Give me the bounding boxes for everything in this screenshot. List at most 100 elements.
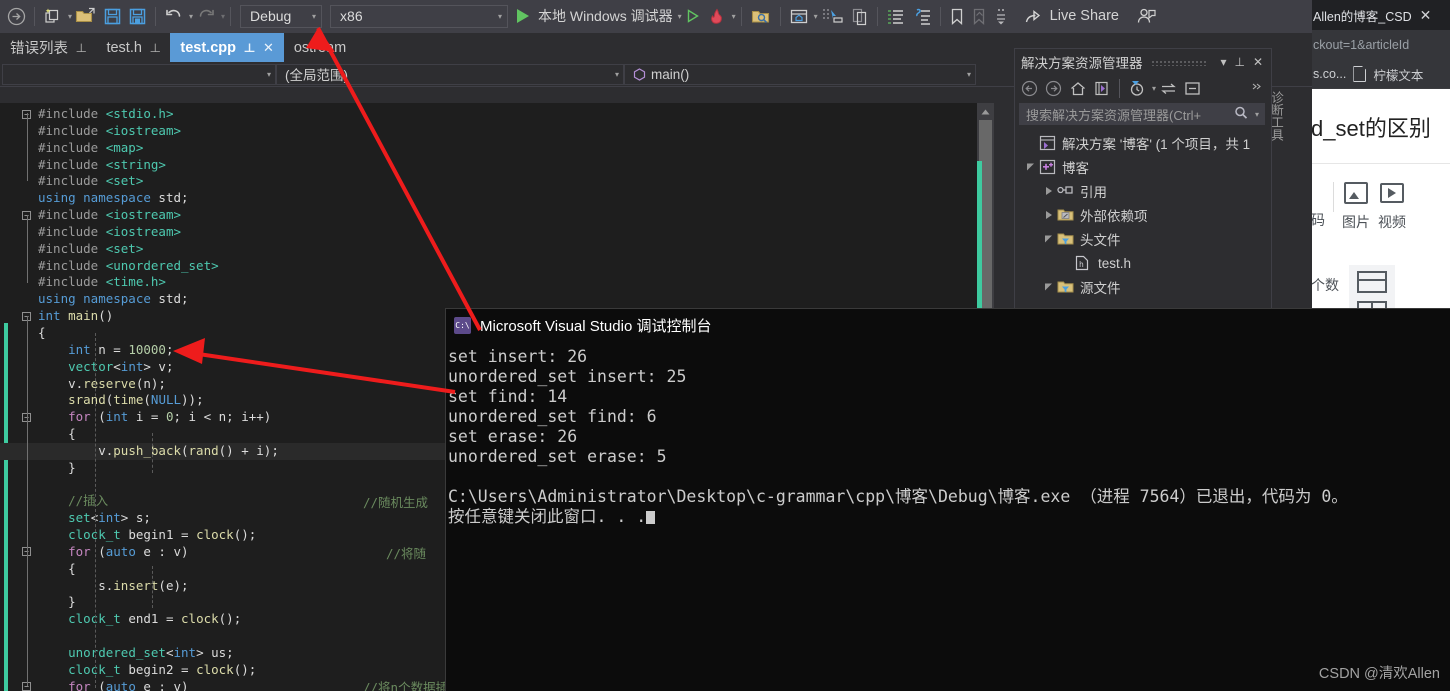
insert-video-button[interactable]: 视频 [1378, 180, 1406, 232]
live-share-button[interactable]: Live Share [1024, 8, 1119, 25]
layout-rows-icon[interactable] [1357, 271, 1387, 293]
start-without-debugging-icon[interactable] [682, 4, 704, 28]
browser-tab-title[interactable]: Allen的博客_CSD [1313, 6, 1412, 25]
code-line: #include <time.h> [0, 274, 1010, 291]
collapse-all-icon[interactable] [1181, 77, 1204, 99]
divider [740, 6, 742, 26]
browser-tabstrip[interactable]: Allen的博客_CSD ✕ [1311, 0, 1450, 30]
drag-grip[interactable] [1150, 58, 1209, 66]
sync-with-active-document-icon[interactable] [1090, 77, 1113, 99]
bookmark-next-icon[interactable] [968, 4, 990, 28]
close-icon[interactable]: ✕ [1249, 55, 1267, 69]
pin-icon[interactable]: ⊥ [75, 41, 86, 55]
pending-changes-filter-icon[interactable] [1126, 77, 1149, 99]
tab-test-cpp[interactable]: test.cpp ⊥ ✕ [170, 33, 284, 62]
console-line: set insert: 26 [448, 347, 588, 366]
invite-icon[interactable] [1133, 4, 1160, 28]
project-combo[interactable]: ▾ [2, 63, 276, 85]
chevron-down-icon[interactable]: ▾ [221, 12, 225, 21]
solution-configuration-combo[interactable]: Debug ▾ [240, 4, 323, 28]
watermark: CSDN @清欢Allen [1318, 666, 1440, 682]
comment-icon[interactable] [883, 4, 909, 28]
search-icon[interactable] [1233, 105, 1250, 123]
tree-item[interactable]: 博客 [1015, 155, 1271, 179]
scroll-up-arrow-icon[interactable] [977, 103, 994, 120]
code-line: #include <unordered_set> [0, 258, 1010, 275]
tab-ostream[interactable]: ostream [284, 33, 356, 62]
search-input[interactable]: 搜索解决方案资源管理器(Ctrl+ ▾ [1019, 103, 1265, 125]
code-line: #include <string> [0, 157, 1010, 174]
open-file-icon[interactable] [72, 4, 100, 28]
more-icon[interactable] [990, 4, 1012, 28]
bookmark-item-1[interactable]: 柠檬文本 [1373, 65, 1423, 84]
chevron-down-icon[interactable] [1023, 162, 1039, 172]
forward-icon[interactable] [1042, 77, 1065, 99]
code-line: using namespace std; [0, 190, 1010, 207]
insert-image-button[interactable]: 图片 [1342, 180, 1370, 232]
chevron-right-icon[interactable] [1041, 187, 1057, 195]
console-line: unordered_set insert: 25 [448, 367, 687, 386]
browser-url-text: ckout=1&articleId [1313, 38, 1410, 52]
member-combo[interactable]: main() ▾ [624, 63, 976, 85]
close-icon[interactable]: ✕ [263, 40, 274, 56]
code-line-text: int n = 10000; [68, 341, 174, 357]
tree-item[interactable]: 解决方案 '博客' (1 个项目，共 1 [1015, 131, 1271, 155]
console-title-bar: C:\ Microsoft Visual Studio 调试控制台 [446, 309, 1450, 341]
tree-item[interactable]: 引用 [1015, 179, 1271, 203]
uncomment-icon[interactable] [909, 4, 935, 28]
bookmark-item-0[interactable]: s.co... [1313, 67, 1346, 81]
new-project-icon[interactable] [40, 4, 66, 28]
chevron-down-icon[interactable]: ▾ [1152, 84, 1156, 93]
chevron-down-icon[interactable] [1041, 234, 1057, 244]
browser-bookmarks-bar[interactable]: s.co... 柠檬文本 [1311, 60, 1450, 89]
code-line-text: using namespace std; [38, 291, 189, 307]
solution-explorer-icon[interactable] [786, 4, 812, 28]
pin-icon[interactable]: ⊥ [1230, 55, 1248, 69]
undo-icon[interactable] [161, 4, 187, 28]
refresh-icon[interactable] [1157, 77, 1180, 99]
chevron-right-icon[interactable] [1041, 211, 1057, 219]
tab-error-list[interactable]: 错误列表 ⊥ [0, 33, 96, 62]
pin-icon[interactable]: ⊥ [149, 41, 160, 55]
hot-reload-icon[interactable] [704, 4, 730, 28]
code-label: 码 [1311, 212, 1325, 228]
save-all-icon[interactable] [125, 4, 150, 28]
bookmark-icon[interactable] [946, 4, 968, 28]
tree-item[interactable]: h test.h [1015, 251, 1271, 275]
chevron-down-icon[interactable]: ▾ [732, 12, 736, 21]
chevron-down-icon[interactable]: ▾ [1252, 110, 1262, 119]
chevron-down-icon[interactable]: ▾ [1216, 55, 1230, 69]
redo-icon[interactable] [193, 4, 219, 28]
start-debug-icon[interactable] [512, 4, 534, 28]
home-icon[interactable] [1066, 77, 1089, 99]
back-icon[interactable] [1018, 77, 1041, 99]
tree-item[interactable]: 头文件 [1015, 227, 1271, 251]
save-icon[interactable] [100, 4, 125, 28]
tree-item[interactable]: 源文件 [1015, 275, 1271, 299]
chevron-down-icon: ▾ [312, 11, 317, 21]
tree-item[interactable]: 外部依赖项 [1015, 203, 1271, 227]
code-line-text: v.reserve(n); [38, 375, 166, 391]
pin-icon[interactable]: ⊥ [243, 41, 255, 55]
browser-url-bar[interactable]: ckout=1&articleId [1311, 30, 1450, 60]
divider [939, 6, 941, 26]
code-line-text: #include <iostream> [38, 223, 181, 239]
tab-test-h[interactable]: test.h ⊥ [96, 33, 170, 62]
solution-platform-combo[interactable]: x86 ▾ [330, 4, 509, 28]
find-in-files-icon[interactable] [747, 4, 775, 28]
console-cursor [646, 511, 656, 524]
debug-console-window[interactable]: C:\ Microsoft Visual Studio 调试控制台 set in… [446, 309, 1450, 691]
overflow-icon[interactable] [1245, 77, 1268, 99]
solution-tree[interactable]: 解决方案 '博客' (1 个项目，共 1 博客 引用 外部依赖项 头文件 h test.h 源… [1015, 129, 1271, 299]
attach-icon[interactable] [818, 4, 848, 28]
chevron-down-icon[interactable] [1041, 282, 1057, 292]
navigate-forward-icon[interactable] [4, 4, 29, 28]
copy-icon[interactable] [848, 4, 872, 28]
code-line-text: { [38, 324, 46, 340]
scope-combo[interactable]: (全局范围) ▾ [276, 63, 624, 85]
code-line-text: clock_t end1 = clock(); [68, 611, 242, 627]
insert-video-label: 视频 [1378, 214, 1406, 230]
start-debug-label[interactable]: 本地 Windows 调试器 [538, 6, 673, 26]
close-icon[interactable]: ✕ [1420, 7, 1432, 24]
indent-guide [27, 316, 28, 686]
